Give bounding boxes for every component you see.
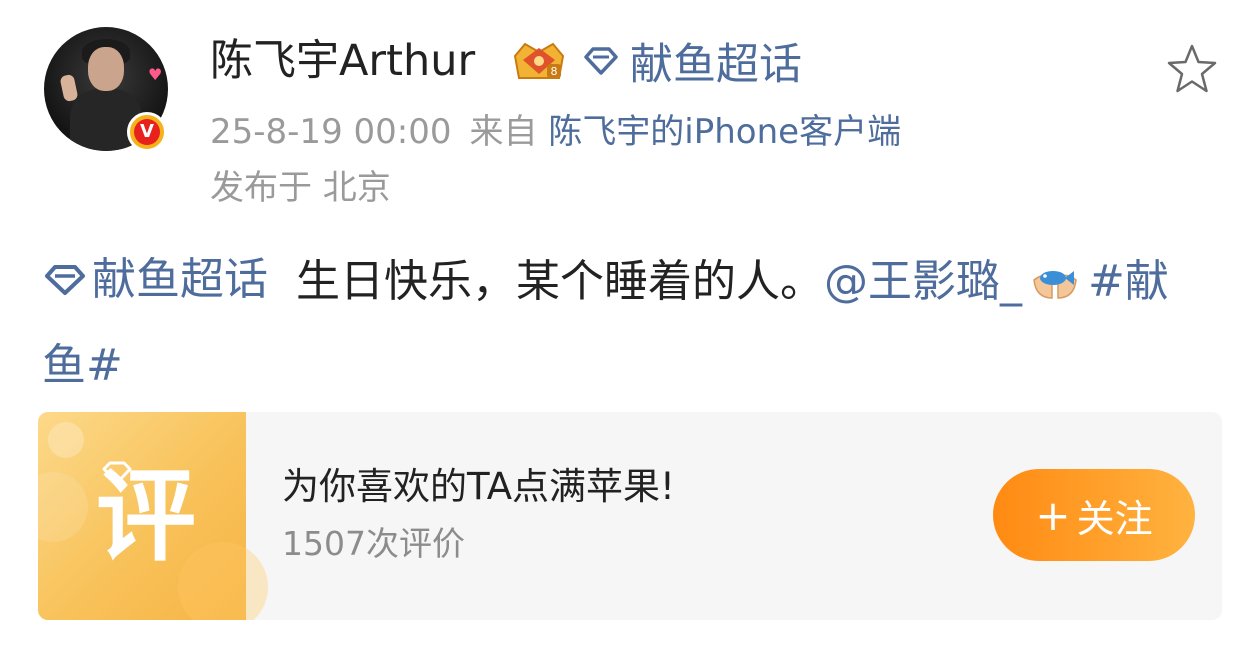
- card-title: 为你喜欢的TA点满苹果!: [282, 465, 675, 508]
- author-name[interactable]: 陈飞宇Arthur: [210, 34, 475, 88]
- rating-card[interactable]: 评 为你喜欢的TA点满苹果! 1507次评价 + 关注: [38, 412, 1222, 620]
- fish-in-hands-icon: [1033, 271, 1077, 299]
- topic-label: 献鱼超话: [630, 40, 802, 90]
- v-badge-icon: V: [127, 112, 167, 152]
- card-thumbnail: 评: [38, 412, 268, 620]
- heart-icon: ♥: [148, 65, 163, 84]
- crown-icon[interactable]: 8: [509, 36, 569, 84]
- diamond-icon: [102, 461, 132, 485]
- topic-link-text: 献鱼超话: [92, 254, 268, 305]
- plus-icon: +: [1035, 490, 1071, 540]
- follow-button[interactable]: + 关注: [993, 469, 1195, 561]
- post-body: 献鱼超话 生日快乐，某个睡着的人。@王影璐_ #献鱼#: [42, 238, 1202, 408]
- diamond-icon: [45, 265, 85, 295]
- post-meta: 25-8-19 00:00 来自 陈飞宇的iPhone客户端: [210, 108, 901, 156]
- diamond-icon: [584, 47, 618, 75]
- topic-link-header[interactable]: 献鱼超话: [582, 34, 802, 90]
- avatar-figure-head: [88, 47, 124, 91]
- svg-text:8: 8: [551, 65, 558, 78]
- follow-label: 关注: [1076, 496, 1153, 541]
- post-location: 发布于 北京: [210, 168, 391, 208]
- avatar-figure-hand: [59, 73, 79, 103]
- mention-link[interactable]: @王影璐_: [824, 256, 1022, 307]
- topic-link-inline[interactable]: 献鱼超话: [42, 238, 268, 322]
- post-date: 25-8-19 00:00: [210, 112, 452, 152]
- source-prefix: 来自: [469, 112, 538, 152]
- post-text: 生日快乐，某个睡着的人。: [295, 256, 824, 307]
- source-link[interactable]: 陈飞宇的iPhone客户端: [548, 112, 901, 152]
- card-subtitle: 1507次评价: [282, 524, 465, 563]
- star-icon[interactable]: [1164, 42, 1220, 96]
